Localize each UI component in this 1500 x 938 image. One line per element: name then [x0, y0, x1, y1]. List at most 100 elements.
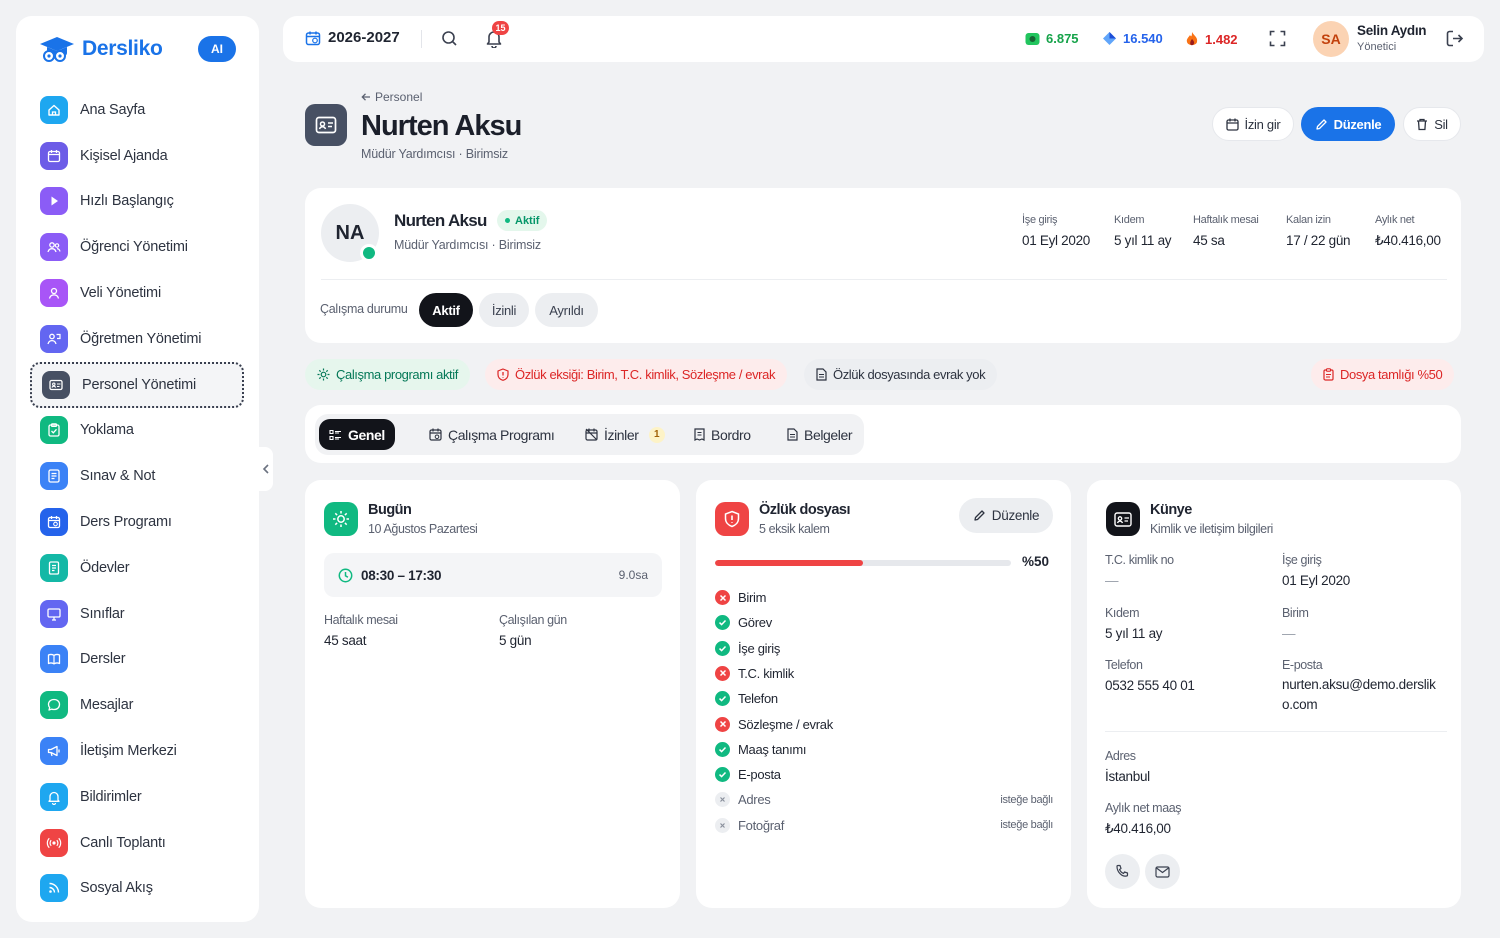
- sidebar-item-1[interactable]: Kişisel Ajanda: [30, 133, 244, 179]
- sidebar-item-10[interactable]: Ödevler: [30, 545, 244, 591]
- work-status-active[interactable]: Aktif: [419, 293, 473, 327]
- shift-hours: 9.0sa: [618, 568, 648, 582]
- work-status-on-leave[interactable]: İzinli: [479, 293, 529, 327]
- fact-label: Kalan izin: [1286, 214, 1331, 226]
- ai-button[interactable]: AI: [198, 36, 236, 62]
- sidebar-item-12[interactable]: Dersler: [30, 637, 244, 683]
- sidebar-item-3[interactable]: Öğrenci Yönetimi: [30, 224, 244, 270]
- sidebar-item-5[interactable]: Öğretmen Yönetimi: [30, 316, 244, 362]
- sidebar-item-7[interactable]: Yoklama: [30, 408, 244, 454]
- optional-label: isteğe bağlı: [1000, 793, 1053, 806]
- stat-diamond[interactable]: 16.540: [1102, 31, 1163, 46]
- chip-no-documents[interactable]: Özlük dosyasında evrak yok: [804, 359, 998, 390]
- fire-icon: [1185, 31, 1199, 47]
- logout-icon[interactable]: [1445, 29, 1464, 48]
- stat-fire[interactable]: 1.482: [1185, 31, 1238, 47]
- checklist-item: Fotoğraf isteğe bağlı: [715, 817, 1053, 833]
- checklist-item: E-posta: [715, 767, 1053, 783]
- sidebar-item-label: Sosyal Akış: [80, 880, 153, 897]
- checklist-label: T.C. kimlik: [738, 665, 794, 681]
- identity-title: Künye: [1150, 502, 1192, 518]
- delete-button[interactable]: Sil: [1403, 107, 1461, 141]
- stat-money[interactable]: 6.875: [1025, 31, 1079, 46]
- breadcrumb[interactable]: Personel: [361, 90, 422, 104]
- users-icon: [40, 233, 68, 262]
- trash-icon: [1416, 118, 1428, 131]
- tab-label: Çalışma Programı: [448, 426, 555, 443]
- fact-start-date: İşe giriş 01 Eyl 2020: [1022, 214, 1090, 248]
- sidebar-item-14[interactable]: İletişim Merkezi: [30, 728, 244, 774]
- stat-money-value: 6.875: [1046, 31, 1079, 46]
- search-icon[interactable]: [441, 30, 458, 47]
- clipboard-check-icon: [40, 416, 68, 445]
- sidebar-item-17[interactable]: Sosyal Akış: [30, 866, 244, 912]
- email-button[interactable]: [1145, 854, 1180, 889]
- fact-value: 01 Eyl 2020: [1022, 233, 1091, 248]
- calendar-icon: [305, 30, 321, 46]
- fullscreen-icon[interactable]: [1269, 30, 1286, 47]
- megaphone-icon: [40, 737, 68, 766]
- money-icon: [1025, 32, 1040, 46]
- homework-icon: [40, 553, 68, 582]
- call-button[interactable]: [1105, 854, 1140, 889]
- delete-label: Sil: [1434, 116, 1448, 132]
- document-icon: [816, 368, 827, 381]
- receipt-icon: [694, 428, 705, 441]
- tab-work-schedule[interactable]: Çalışma Programı: [419, 419, 564, 450]
- sidebar-item-15[interactable]: Bildirimler: [30, 774, 244, 820]
- sidebar-item-13[interactable]: Mesajlar: [30, 682, 244, 728]
- tab-leaves[interactable]: İzinler 1: [575, 419, 675, 450]
- field-label: Aylık net maaş: [1105, 801, 1182, 815]
- field-label: Telefon: [1105, 658, 1143, 672]
- fact-label: Haftalık mesai: [1193, 214, 1259, 226]
- tab-payroll[interactable]: Bordro: [684, 419, 761, 450]
- document-icon: [787, 428, 798, 441]
- sidebar-item-6[interactable]: Personel Yönetimi: [30, 361, 244, 408]
- worked-days-label: Çalışılan gün: [499, 613, 567, 627]
- x-muted-icon: [715, 817, 730, 833]
- sidebar-item-8[interactable]: Sınav & Not: [30, 453, 244, 499]
- identity-unit: Birim —: [1282, 606, 1309, 641]
- clipboard-icon: [1323, 368, 1334, 381]
- work-status-left[interactable]: Ayrıldı: [535, 293, 598, 327]
- check-icon: [715, 615, 730, 631]
- logo[interactable]: Dersliko: [38, 34, 163, 64]
- tab-general[interactable]: Genel: [319, 419, 395, 450]
- field-label: Birim: [1282, 606, 1309, 620]
- tabs-bar: Genel Çalışma Programı İzinler 1 Bordro …: [305, 405, 1461, 463]
- user-name[interactable]: Selin Aydın: [1357, 23, 1427, 38]
- personnel-file-card: Özlük dosyası 5 eksik kalem Düzenle %50 …: [696, 480, 1071, 908]
- user-avatar[interactable]: SA: [1313, 21, 1349, 57]
- checklist-label: Görev: [738, 615, 772, 631]
- sidebar-item-4[interactable]: Veli Yönetimi: [30, 270, 244, 316]
- check-icon: [715, 640, 730, 656]
- sidebar-item-16[interactable]: Canlı Toplantı: [30, 820, 244, 866]
- sidebar-item-9[interactable]: Ders Programı: [30, 499, 244, 545]
- shield-alert-icon: [497, 368, 509, 381]
- chip-file-completeness[interactable]: Dosya tamlığı %50: [1311, 359, 1455, 390]
- tab-documents[interactable]: Belgeler: [777, 419, 862, 450]
- chip-program-active[interactable]: Çalışma programı aktif: [305, 359, 470, 390]
- shield-icon: [715, 502, 749, 536]
- sidebar-item-11[interactable]: Sınıflar: [30, 591, 244, 637]
- weekly-hours-value: 45 saat: [324, 633, 367, 648]
- leave-entry-button[interactable]: İzin gir: [1212, 107, 1294, 141]
- identity-seniority: Kıdem 5 yıl 11 ay: [1105, 606, 1163, 641]
- chip-missing-docs[interactable]: Özlük eksiği: Birim, T.C. kimlik, Sözleş…: [485, 359, 788, 390]
- check-icon: [715, 767, 730, 783]
- sidebar-item-2[interactable]: Hızlı Başlangıç: [30, 179, 244, 225]
- sidebar-item-0[interactable]: Ana Sayfa: [30, 87, 244, 133]
- checklist-label: Birim: [738, 590, 767, 605]
- file-edit-button[interactable]: Düzenle: [959, 498, 1053, 533]
- academic-year-selector[interactable]: 2026-2027: [305, 29, 400, 46]
- identity-phone: Telefon 0532 555 40 01: [1105, 658, 1195, 693]
- book-icon: [40, 645, 68, 674]
- checklist-item: Maaş tanımı: [715, 741, 1053, 757]
- edit-button[interactable]: Düzenle: [1301, 107, 1395, 141]
- sidebar-nav: Ana Sayfa Kişisel Ajanda Hızlı Başlangıç Öğ…: [30, 87, 244, 911]
- sidebar-item-label: Canlı Toplantı: [80, 834, 166, 851]
- leave-count-badge: 1: [648, 426, 665, 443]
- file-subtitle: 5 eksik kalem: [759, 522, 830, 536]
- sidebar-collapse-button[interactable]: [259, 447, 273, 491]
- graduation-cap-icon: [38, 34, 76, 64]
